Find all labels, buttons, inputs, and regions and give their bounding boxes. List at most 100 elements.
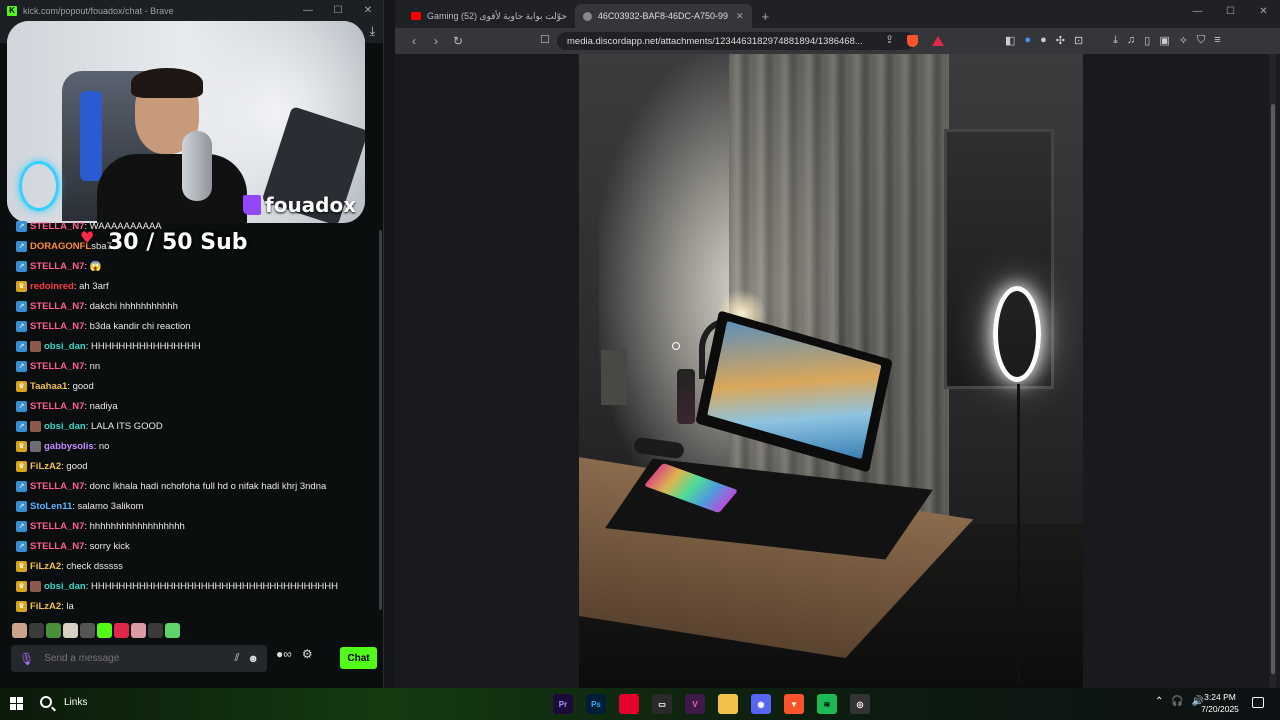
taskbar-search[interactable]: Links [40, 696, 87, 708]
new-tab-button[interactable]: + [752, 9, 780, 28]
tab-close-icon[interactable]: ✕ [736, 11, 744, 22]
close-button[interactable]: ✕ [353, 5, 383, 16]
wallet2-icon[interactable]: ▣ [1159, 34, 1169, 47]
chat-username[interactable]: FiLzA2 [30, 601, 61, 612]
puzzle-icon[interactable]: ✣ [1056, 34, 1065, 47]
chat-username[interactable]: redoinred [30, 281, 74, 292]
reload-button[interactable]: ↻ [447, 34, 469, 48]
search-icon [40, 696, 52, 708]
menu-icon[interactable]: ≡ [1214, 34, 1220, 47]
page-scrollbar-thumb[interactable] [1271, 104, 1275, 674]
chat-username[interactable]: gabbysolis [44, 441, 94, 452]
chat-username[interactable]: obsi_dan [44, 581, 86, 592]
notification-icon[interactable] [1252, 697, 1264, 708]
taskbar-app-icon[interactable]: ▭ [652, 694, 672, 714]
extension-white-icon[interactable]: ● [1040, 34, 1047, 47]
emote-button[interactable] [148, 623, 163, 638]
emote-button[interactable] [46, 623, 61, 638]
taskbar-app-icon[interactable]: ◎ [850, 694, 870, 714]
chat-username[interactable]: STELLA_N7 [30, 481, 84, 492]
emote-button[interactable] [80, 623, 95, 638]
webcam-overlay: fouadox [7, 21, 365, 223]
chat-scrollbar[interactable] [379, 230, 382, 610]
emote-button[interactable] [29, 623, 44, 638]
setup-photo[interactable] [579, 54, 1083, 688]
chat-username[interactable]: STELLA_N7 [30, 321, 84, 332]
extension-blue-icon[interactable]: ● [1024, 34, 1031, 47]
browser-maximize-button[interactable]: ☐ [1214, 6, 1247, 17]
emote-button[interactable] [165, 623, 180, 638]
emote-button[interactable] [97, 623, 112, 638]
chat-username[interactable]: STELLA_N7 [30, 301, 84, 312]
emote-button[interactable] [114, 623, 129, 638]
browser-minimize-button[interactable]: — [1181, 6, 1214, 17]
emoji-icon[interactable]: ☻ [247, 653, 259, 665]
minimize-button[interactable]: — [293, 5, 323, 16]
vpn-shield-icon[interactable]: ⛉ [1197, 34, 1205, 47]
chat-text: : dakchi hhhhhhhhhhh [84, 300, 178, 312]
taskbar-app-icon[interactable] [718, 694, 738, 714]
media-icon[interactable]: ♫ [1127, 34, 1135, 47]
forward-button[interactable]: › [425, 34, 447, 48]
chat-username[interactable]: STELLA_N7 [30, 361, 84, 372]
chat-username[interactable]: STELLA_N7 [30, 221, 84, 232]
chat-username[interactable]: FiLzA2 [30, 461, 61, 472]
chat-username[interactable]: Taahaa1 [30, 381, 67, 392]
leo-icon[interactable]: ✧ [1179, 34, 1188, 47]
chat-username[interactable]: obsi_dan [44, 421, 86, 432]
sidebar-icon[interactable]: ▯ [1144, 34, 1150, 47]
translate-icon[interactable]: ⫽ [235, 652, 240, 665]
tray-chevron-icon[interactable]: ⌃ [1155, 696, 1163, 707]
taskbar-app-icon[interactable]: V [685, 694, 705, 714]
tab-discord-image[interactable]: 46C03932-BAF8-46DC-A750-99 ✕ [574, 4, 752, 28]
browser-close-button[interactable]: ✕ [1247, 6, 1280, 17]
users-infinity-icon[interactable]: ●∞ [276, 647, 292, 661]
brave-shield-icon[interactable] [907, 35, 918, 47]
chat-username[interactable]: StoLen11 [30, 501, 72, 512]
chat-text: : LALA ITS GOOD [85, 420, 163, 432]
chat-username[interactable]: STELLA_N7 [30, 541, 84, 552]
chat-text: : nadiya [84, 400, 118, 412]
send-chat-button[interactable]: Chat [340, 647, 377, 669]
chat-message-list[interactable]: ↗ STELLA_N7: WAAAAAAAAAA ↗ DORAGONFL sba7 ↗ ST… [16, 216, 376, 616]
headphones-icon[interactable]: 🎧 [1171, 696, 1183, 707]
chat-username[interactable]: STELLA_N7 [30, 401, 84, 412]
chat-message: ♛ redoinred: ah 3arf [16, 276, 376, 296]
settings-gear-icon[interactable]: ⚙ [302, 647, 313, 661]
taskbar-app-icon[interactable]: ◉ [751, 694, 771, 714]
windows-start-icon[interactable] [10, 697, 23, 710]
chat-message: ♛ FiLzA2: la [16, 596, 376, 616]
download-icon[interactable]: ⤓ [370, 24, 375, 39]
download-manager-icon[interactable]: ⤓ [1113, 34, 1118, 47]
chat-username[interactable]: FiLzA2 [30, 561, 61, 572]
screenshot-icon[interactable]: ⊡ [1074, 34, 1083, 47]
address-bar[interactable]: media.discordapp.net/attachments/1234463… [557, 32, 915, 50]
chat-username[interactable]: STELLA_N7 [30, 521, 84, 532]
brave-rewards-icon[interactable] [932, 36, 944, 46]
chat-username[interactable]: obsi_dan [44, 341, 86, 352]
emote-button[interactable] [63, 623, 78, 638]
bookmark-icon[interactable]: ☐ [540, 33, 550, 46]
back-button[interactable]: ‹ [403, 34, 425, 48]
chat-input-box[interactable]: 🎙 ⫽ ☻ [11, 645, 267, 672]
chat-text: : HHHHHHHHHHHHHHHH [85, 340, 201, 352]
emote-button[interactable] [131, 623, 146, 638]
sub-goal-text: 30 / 50 Sub [108, 230, 248, 255]
chat-username[interactable]: STELLA_N7 [30, 261, 84, 272]
taskbar-app-icon[interactable]: ≋ [817, 694, 837, 714]
taskbar-app-icon[interactable] [619, 694, 639, 714]
message-input[interactable] [44, 653, 227, 664]
maximize-button[interactable]: ☐ [323, 5, 353, 16]
photo-outlets [601, 350, 627, 405]
page-scrollbar[interactable] [1270, 54, 1276, 688]
taskbar-clock[interactable]: 3:24 PM 7/20/2025 [1200, 691, 1240, 715]
wallet-icon[interactable]: ◧ [1005, 34, 1015, 47]
taskbar-app-icon[interactable]: ▼ [784, 694, 804, 714]
taskbar-app-icon[interactable]: Pr [553, 694, 573, 714]
emote-button[interactable] [12, 623, 27, 638]
tab-youtube[interactable]: Gaming حوّلت بوابة حاوية لأقوى (52) [403, 4, 575, 28]
share-icon[interactable]: ⇪ [885, 33, 894, 46]
taskbar-app-icon[interactable]: Ps [586, 694, 606, 714]
chat-window-title: kick.com/popout/fouadox/chat - Brave [23, 5, 174, 16]
microphone-icon[interactable]: 🎙 [19, 652, 34, 666]
